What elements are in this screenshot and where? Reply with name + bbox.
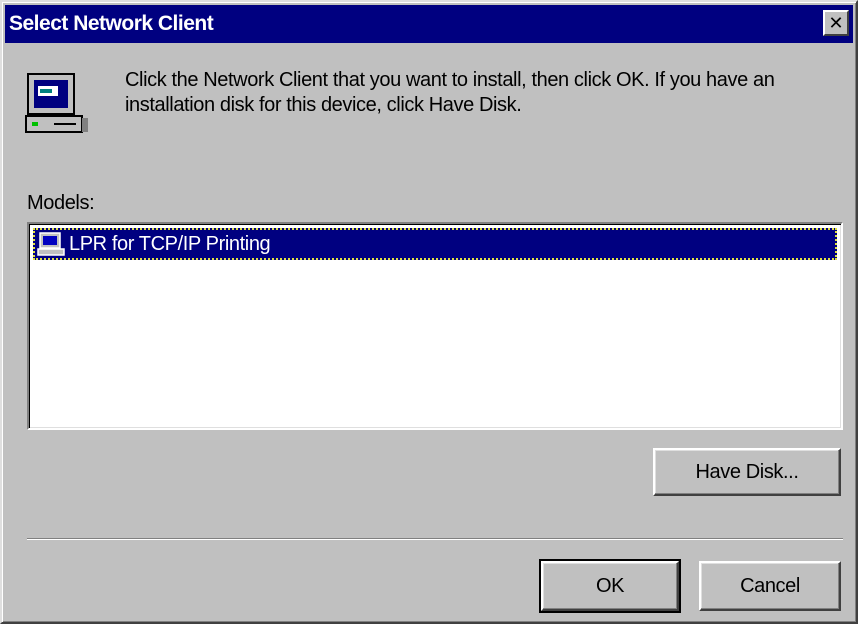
list-item-label: LPR for TCP/IP Printing xyxy=(69,232,271,255)
close-icon: ✕ xyxy=(828,13,844,33)
cancel-button[interactable]: Cancel xyxy=(699,561,841,611)
separator xyxy=(27,538,843,540)
have-disk-button[interactable]: Have Disk... xyxy=(653,448,841,496)
models-listbox[interactable]: LPR for TCP/IP Printing xyxy=(27,222,843,430)
select-network-client-dialog: Select Network Client ✕ Click the Networ… xyxy=(0,0,858,624)
ok-button[interactable]: OK xyxy=(539,559,681,613)
close-button[interactable]: ✕ xyxy=(823,10,849,36)
title-bar[interactable]: Select Network Client ✕ xyxy=(5,5,853,43)
window-title: Select Network Client xyxy=(9,12,214,35)
instruction-text: Click the Network Client that you want t… xyxy=(125,69,775,116)
list-item[interactable]: LPR for TCP/IP Printing xyxy=(33,228,837,260)
network-client-icon xyxy=(37,232,65,256)
models-label: Models: xyxy=(27,192,95,214)
computer-icon xyxy=(25,73,88,133)
